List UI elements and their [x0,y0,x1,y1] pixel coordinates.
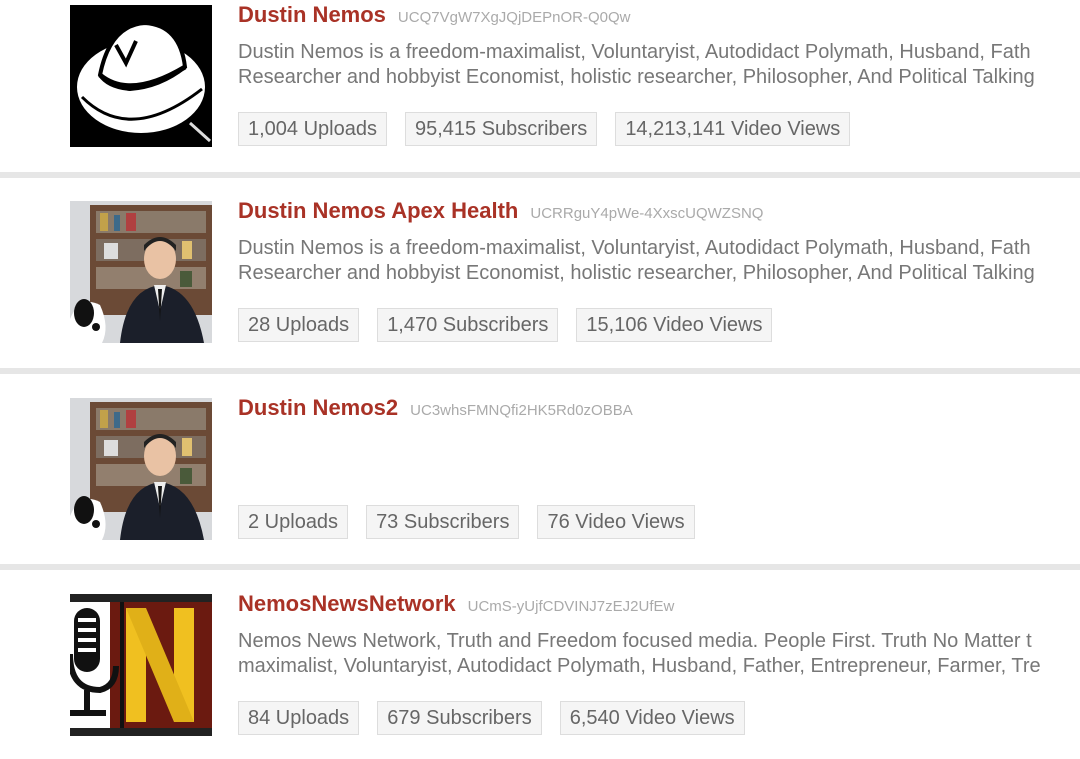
title-line: NemosNewsNetwork UCmS-yUjfCDVINJ7zEJ2UfEw [238,591,674,617]
description-line: Researcher and hobbyist Economist, holis… [238,66,1035,88]
description-line: Dustin Nemos is a freedom-maximalist, Vo… [238,237,1031,259]
divider [0,564,1080,570]
views-count: 14,213,141 Video Views [615,112,851,146]
channel-avatar-microphone-icon[interactable] [70,594,212,736]
channel-stats: 2 Uploads 73 Subscribers 76 Video Views [238,505,695,539]
views-count: 15,106 Video Views [576,308,773,342]
uploads-count: 84 Uploads [238,701,360,735]
channel-list: Dustin Nemos UCQ7VgW7XgJQjDEPnOR-Q0Qw Dus… [0,0,1080,759]
views-count: 6,540 Video Views [559,701,745,735]
channel-row[interactable]: Dustin Nemos UCQ7VgW7XgJQjDEPnOR-Q0Qw Dus… [0,0,1080,172]
channel-name[interactable]: NemosNewsNetwork [238,591,456,616]
channel-row[interactable]: NemosNewsNetwork UCmS-yUjfCDVINJ7zEJ2UfEw… [0,589,1080,759]
channel-description: Dustin Nemos is a freedom-maximalist, Vo… [238,40,1080,90]
subscribers-count: 1,470 Subscribers [377,308,559,342]
channel-avatar-photo[interactable] [70,201,212,343]
uploads-count: 28 Uploads [238,308,360,342]
channel-avatar-fedora-icon[interactable] [70,5,212,147]
title-line: Dustin Nemos UCQ7VgW7XgJQjDEPnOR-Q0Qw [238,2,630,28]
channel-description: Dustin Nemos is a freedom-maximalist, Vo… [238,236,1080,286]
description-line: Researcher and hobbyist Economist, holis… [238,262,1035,284]
channel-description: Nemos News Network, Truth and Freedom fo… [238,629,1080,679]
description-line: Dustin Nemos is a freedom-maximalist, Vo… [238,41,1031,63]
channel-stats: 84 Uploads 679 Subscribers 6,540 Video V… [238,701,745,735]
description-line: maximalist, Voluntaryist, Autodidact Pol… [238,655,1041,677]
divider [0,368,1080,374]
channel-name[interactable]: Dustin Nemos2 [238,395,398,420]
channel-row[interactable]: Dustin Nemos Apex Health UCRRguY4pWe-4Xxs… [0,196,1080,368]
description-line: Nemos News Network, Truth and Freedom fo… [238,630,1032,652]
uploads-count: 2 Uploads [238,505,349,539]
subscribers-count: 73 Subscribers [366,505,520,539]
channel-id: UCmS-yUjfCDVINJ7zEJ2UfEw [467,598,675,615]
channel-row[interactable]: Dustin Nemos2 UC3whsFMNQfi2HK5Rd0zOBBA 2 … [0,393,1080,565]
subscribers-count: 95,415 Subscribers [404,112,598,146]
title-line: Dustin Nemos Apex Health UCRRguY4pWe-4Xxs… [238,198,763,224]
channel-avatar-photo[interactable] [70,398,212,540]
channel-name[interactable]: Dustin Nemos [238,2,386,27]
subscribers-count: 679 Subscribers [377,701,542,735]
channel-id: UCRRguY4pWe-4XxscUQWZSNQ [530,205,764,222]
channel-stats: 1,004 Uploads 95,415 Subscribers 14,213,… [238,112,851,146]
views-count: 76 Video Views [537,505,695,539]
uploads-count: 1,004 Uploads [238,112,387,146]
channel-name[interactable]: Dustin Nemos Apex Health [238,198,518,223]
channel-id: UCQ7VgW7XgJQjDEPnOR-Q0Qw [397,9,631,26]
title-line: Dustin Nemos2 UC3whsFMNQfi2HK5Rd0zOBBA [238,395,633,421]
channel-stats: 28 Uploads 1,470 Subscribers 15,106 Vide… [238,308,773,342]
channel-id: UC3whsFMNQfi2HK5Rd0zOBBA [410,402,633,419]
divider [0,172,1080,178]
